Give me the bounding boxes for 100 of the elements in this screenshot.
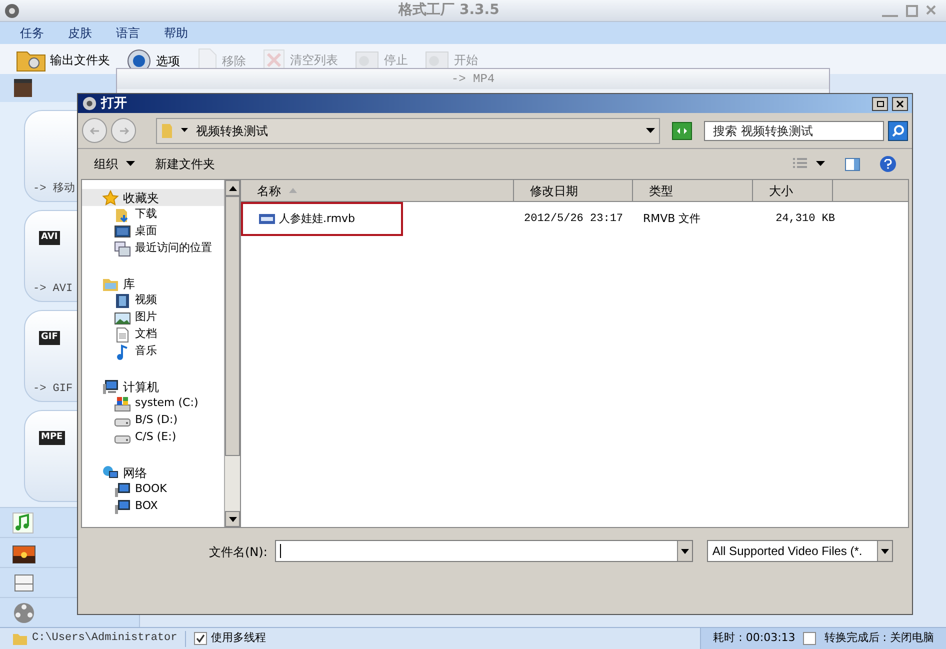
menu-item[interactable]: 任务 bbox=[20, 24, 44, 42]
nav-item[interactable]: 视频 bbox=[82, 292, 224, 309]
nav-item[interactable]: 计算机 bbox=[82, 378, 224, 395]
elapsed-time: 耗时 : 00:03:13 bbox=[713, 630, 796, 646]
network-computer-icon bbox=[114, 498, 131, 514]
folder-icon bbox=[12, 632, 28, 646]
right-arrow-icon bbox=[118, 124, 130, 136]
table-cell-text: RMVB 文件 bbox=[642, 210, 702, 227]
command-button[interactable]: 新建文件夹 bbox=[155, 155, 215, 173]
format-badge: MPE bbox=[39, 431, 65, 444]
refresh-button[interactable] bbox=[672, 122, 692, 140]
desktop-icon bbox=[114, 224, 131, 240]
view-options-button[interactable] bbox=[792, 158, 825, 170]
film-strip-icon bbox=[114, 292, 131, 308]
dialog-title: 打开 bbox=[101, 94, 128, 113]
network-globe-icon bbox=[102, 464, 119, 480]
restore-button[interactable] bbox=[872, 96, 888, 110]
address-path: 视频转换测试 bbox=[196, 122, 269, 140]
network-computer-icon bbox=[114, 482, 131, 498]
app-icon bbox=[4, 2, 20, 18]
output-path: C:\Users\Administrator bbox=[32, 631, 178, 646]
checkbox[interactable] bbox=[803, 632, 816, 645]
landscape-picture-icon bbox=[114, 310, 131, 326]
sort-arrow-icon bbox=[289, 188, 297, 193]
dropdown-arrow-icon bbox=[646, 128, 655, 134]
preview-pane-button[interactable] bbox=[845, 158, 860, 170]
nav-item[interactable]: 收藏夹 bbox=[82, 189, 224, 206]
window-title: -> MP4 bbox=[451, 71, 495, 88]
scrollbar[interactable] bbox=[224, 180, 240, 527]
nav-item[interactable]: 库 bbox=[82, 275, 224, 292]
nav-item[interactable]: 网络 bbox=[82, 464, 224, 481]
back-button[interactable] bbox=[82, 118, 107, 143]
column-header[interactable]: 类型 bbox=[633, 180, 753, 201]
file-name-cell[interactable]: 人参娃娃.rmvb bbox=[241, 202, 403, 236]
left-arrow-icon bbox=[88, 124, 100, 136]
clapperboard-icon bbox=[12, 77, 34, 99]
film-reel-icon bbox=[12, 600, 36, 624]
column-header[interactable]: 修改日期 bbox=[514, 180, 633, 201]
file-name-label: 文件名(N): bbox=[209, 544, 268, 561]
help-button[interactable] bbox=[880, 156, 896, 172]
window-title: 格式工厂 3.3.5 bbox=[397, 1, 500, 20]
menu-item[interactable]: 皮肤 bbox=[68, 24, 92, 42]
up-arrow-icon bbox=[228, 186, 236, 190]
video-file-icon bbox=[259, 214, 275, 224]
menu-item[interactable]: 帮助 bbox=[164, 24, 188, 42]
file-type-dropdown[interactable]: All Supported Video Files (*. bbox=[707, 540, 894, 562]
system-drive-icon bbox=[114, 396, 131, 412]
search-field[interactable]: 搜索 视频转换测试 bbox=[704, 120, 884, 140]
document-icon bbox=[114, 326, 131, 342]
table-cell-text: 24,310 KB bbox=[774, 212, 835, 227]
dropdown-arrow-icon bbox=[681, 548, 690, 554]
down-arrow-icon bbox=[228, 516, 236, 522]
nav-item[interactable]: BOOK bbox=[82, 481, 224, 498]
music-note-icon bbox=[12, 512, 34, 534]
column-header[interactable]: 名称 bbox=[241, 180, 514, 201]
forward-button[interactable] bbox=[111, 118, 136, 143]
table-cell-text: 2012/5/26 23:17 bbox=[523, 212, 624, 227]
nav-item[interactable]: BOX bbox=[82, 498, 224, 515]
nav-item[interactable]: 音乐 bbox=[82, 343, 224, 360]
folder-icon bbox=[161, 122, 173, 138]
nav-item[interactable]: system (C:) bbox=[82, 395, 224, 412]
card-label: -> AVI bbox=[33, 282, 73, 296]
star-icon bbox=[102, 190, 119, 206]
nav-item[interactable]: 桌面 bbox=[82, 223, 224, 240]
search-icon bbox=[891, 124, 905, 138]
nav-item[interactable]: C/S (E:) bbox=[82, 429, 224, 446]
dropdown-arrow-icon bbox=[126, 161, 135, 167]
close-icon bbox=[926, 4, 936, 14]
format-badge: GIF bbox=[39, 331, 60, 344]
nav-item[interactable]: 最近访问的位置 bbox=[82, 240, 224, 257]
file-name-field[interactable] bbox=[275, 540, 694, 562]
card-label: -> 移动 bbox=[33, 181, 75, 196]
help-icon bbox=[884, 159, 892, 169]
maximize-button[interactable] bbox=[906, 4, 918, 16]
format-badge: AVI bbox=[39, 231, 60, 244]
multithread-label: 使用多线程 bbox=[211, 630, 266, 646]
list-view-icon bbox=[792, 158, 808, 170]
refresh-arrows-icon bbox=[675, 126, 689, 136]
search-button[interactable] bbox=[888, 120, 908, 140]
close-button[interactable] bbox=[892, 96, 908, 110]
toolbar-button[interactable]: 输出文件夹 bbox=[16, 48, 110, 72]
computer-icon bbox=[102, 378, 119, 394]
dropdown-arrow-icon bbox=[816, 161, 825, 167]
dropdown-arrow-icon bbox=[881, 548, 890, 554]
checkbox[interactable] bbox=[194, 632, 208, 645]
nav-item[interactable]: 图片 bbox=[82, 309, 224, 326]
nav-item[interactable]: 下载 bbox=[82, 206, 224, 223]
address-bar[interactable]: 视频转换测试 bbox=[156, 118, 660, 144]
disc-drive-icon bbox=[12, 572, 36, 594]
command-button[interactable]: 组织 bbox=[94, 155, 135, 173]
checkmark-icon bbox=[196, 634, 206, 643]
nav-item[interactable]: 文档 bbox=[82, 326, 224, 343]
dropdown-arrow-icon bbox=[181, 128, 188, 133]
card-label: -> GIF bbox=[33, 382, 73, 396]
column-header[interactable]: 大小 bbox=[753, 180, 833, 201]
nav-item[interactable]: B/S (D:) bbox=[82, 412, 224, 429]
close-icon bbox=[896, 100, 904, 108]
menu-item[interactable]: 语言 bbox=[116, 24, 140, 42]
app-icon bbox=[82, 96, 97, 111]
shutdown-label: 转换完成后 : 关闭电脑 bbox=[824, 630, 934, 646]
